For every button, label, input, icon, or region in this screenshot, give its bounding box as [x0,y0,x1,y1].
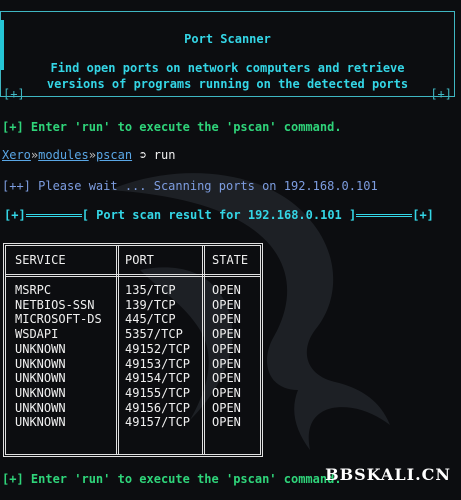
prompt-user: Xero [2,148,31,162]
table-cell-port: 49154/TCP [125,371,191,386]
table-cell-service: UNKNOWN [15,341,66,356]
table-cell-service: UNKNOWN [15,371,66,386]
table-cell-port: 49153/TCP [125,356,191,371]
prompt-dir-pscan: pscan [95,148,133,162]
table-cell-service: UNKNOWN [15,385,66,400]
column-header-state: STATE [212,253,249,267]
result-bar-left: [+] [4,208,26,222]
module-description: Find open ports on network computers and… [1,60,454,92]
table-cell-port: 445/TCP [125,312,176,327]
table-cell-state: OPEN [212,371,241,386]
banner-corner-left: [+] [3,87,25,101]
site-watermark: BBSKALI.CN [325,465,451,484]
table-cell-port: 49157/TCP [125,415,191,430]
port-column: 135/TCP 139/TCP 445/TCP 5357/TCP 49152/TCP 49… [125,283,190,430]
table-cell-service: UNKNOWN [15,400,66,415]
module-title: Port Scanner [184,32,271,46]
table-divider [202,246,205,454]
instruction-bottom: [+] Enter 'run' to execute the 'pscan' c… [2,472,342,486]
table-cell-service: UNKNOWN [15,415,66,430]
prompt-separator: » [88,148,96,162]
result-bar-title: [ Port scan result for 192.168.0.101 ] [81,208,357,222]
port-results-table: SERVICE PORT STATE MSRPC NETBIOS-SSN MICRO… [3,243,263,457]
table-header-divider [6,274,260,277]
table-cell-service: NETBIOS-SSN [15,297,95,312]
description-line-1: Find open ports on network computers and… [50,61,405,75]
table-cell-service: MICROSOFT-DS [15,312,102,327]
result-bar-right: [+] [412,208,434,222]
table-cell-port: 5357/TCP [125,327,183,342]
table-cell-port: 49155/TCP [125,385,191,400]
table-cell-service: UNKNOWN [15,356,66,371]
table-divider [116,246,119,454]
table-cell-state: OPEN [212,297,241,312]
module-banner: Port Scanner Find open ports on network … [0,11,455,101]
column-header-port: PORT [125,253,154,267]
table-cell-state: OPEN [212,400,241,415]
table-cell-service: WSDAPI [15,327,59,342]
table-cell-state: OPEN [212,283,241,297]
table-cell-port: 49156/TCP [125,400,191,415]
table-cell-state: OPEN [212,327,241,342]
table-cell-service: MSRPC [15,283,52,297]
table-cell-state: OPEN [212,415,241,430]
instruction-top: [+] Enter 'run' to execute the 'pscan' c… [2,120,342,134]
prompt-command: run [153,148,176,162]
table-cell-port: 49152/TCP [125,341,191,356]
table-cell-state: OPEN [212,385,241,400]
column-header-service: SERVICE [15,253,66,267]
state-column: OPEN OPEN OPEN OPEN OPEN OPEN OPEN OPEN OPEN OPEN [212,283,241,430]
description-line-2: versions of programs running on the dete… [46,77,409,91]
result-bar-rule-left [25,214,82,217]
table-cell-port: 139/TCP [125,297,176,312]
prompt-dir-modules: modules [38,148,89,162]
command-prompt[interactable]: Xero»modules»pscan ➲ run [2,148,175,162]
table-cell-state: OPEN [212,312,241,327]
result-bar-rule-right [356,214,413,217]
table-cell-state: OPEN [212,356,241,371]
scan-status: [++] Please wait ... Scanning ports on 1… [2,179,378,193]
table-cell-port: 135/TCP [125,283,176,297]
prompt-arrow-icon: ➲ [132,148,154,162]
banner-corner-right: [+] [430,87,452,101]
service-column: MSRPC NETBIOS-SSN MICROSOFT-DS WSDAPI UNKNOW… [15,283,102,430]
result-header-bar: [+] [ Port scan result for 192.168.0.101 … [4,208,456,222]
table-cell-state: OPEN [212,341,241,356]
